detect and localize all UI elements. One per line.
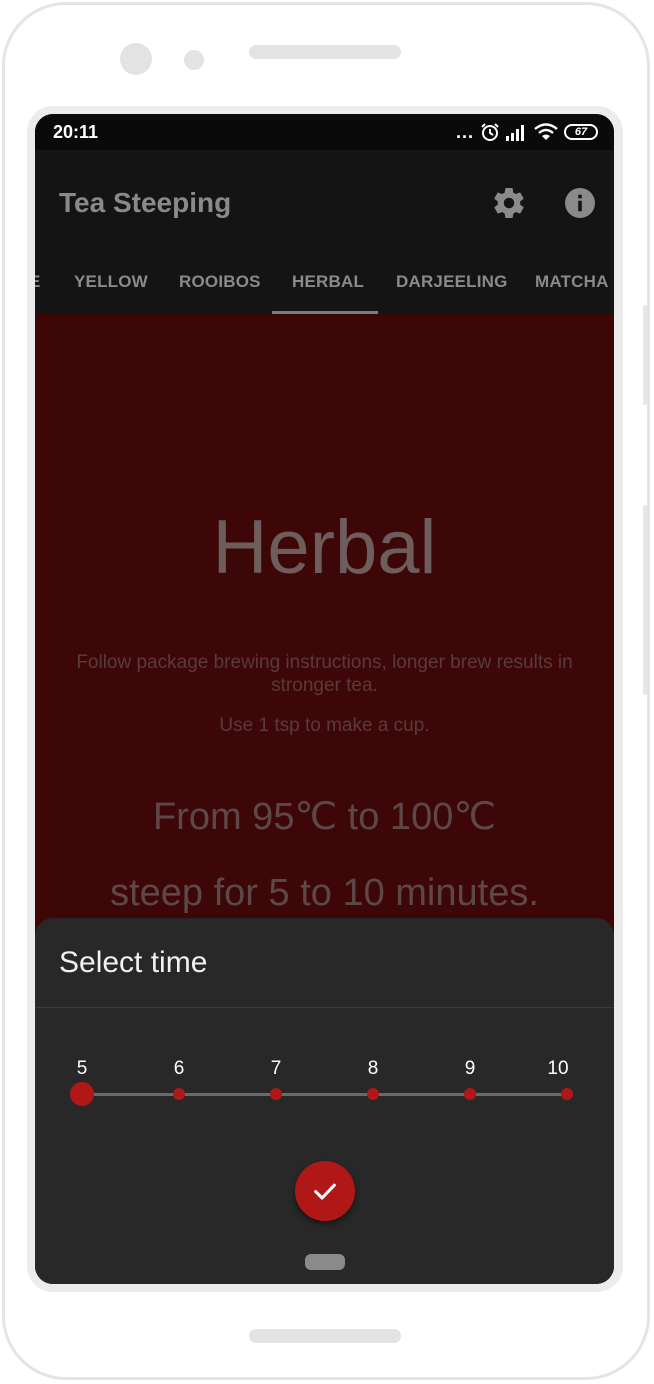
tea-name: Herbal: [212, 505, 437, 590]
tab-yellow[interactable]: YELLOW: [74, 272, 148, 292]
tick-label-10: 10: [547, 1058, 569, 1079]
volume-button: [643, 305, 647, 405]
slider-track[interactable]: [82, 1093, 568, 1096]
more-notifications-icon: ...: [455, 121, 474, 142]
status-bar: 20:11 ... 67: [35, 114, 614, 150]
battery-icon: 67: [564, 124, 598, 140]
tab-partial[interactable]: E: [35, 272, 41, 292]
earpiece-speaker: [249, 45, 401, 59]
settings-button[interactable]: [491, 185, 527, 221]
wifi-icon: [534, 123, 558, 140]
sheet-divider: [35, 1007, 614, 1008]
slider-tick-7: [270, 1088, 282, 1100]
info-button[interactable]: [562, 185, 598, 221]
slider-tick-9: [464, 1088, 476, 1100]
confirm-time-button[interactable]: [295, 1161, 355, 1221]
tick-label-5: 5: [76, 1058, 88, 1079]
tea-description: Follow package brewing instructions, lon…: [76, 652, 573, 696]
proximity-sensor: [184, 50, 204, 70]
front-camera: [120, 43, 152, 75]
status-icons: ... 67: [456, 120, 598, 144]
select-time-sheet: Select time 5 6 7 8 9 10: [35, 918, 614, 1284]
slider-tick-8: [367, 1088, 379, 1100]
signal-icon: [506, 125, 524, 141]
tick-label-7: 7: [270, 1058, 282, 1079]
tick-label-6: 6: [173, 1058, 185, 1079]
tab-herbal[interactable]: HERBAL: [292, 272, 364, 292]
home-bar: [249, 1329, 401, 1343]
tick-label-8: 8: [367, 1058, 379, 1079]
sheet-title: Select time: [59, 946, 208, 979]
power-button: [643, 505, 647, 695]
sheet-drag-handle[interactable]: [305, 1254, 345, 1270]
app-title: Tea Steeping: [59, 187, 232, 218]
tab-rooibos[interactable]: ROOIBOS: [179, 272, 261, 292]
slider-tick-6: [173, 1088, 185, 1100]
info-icon: [565, 188, 595, 218]
screen: 20:11 ... 67 Tea Steeping YELLOW ROOIBOS…: [35, 114, 614, 1284]
tick-label-9: 9: [464, 1058, 476, 1079]
app-bar: Tea Steeping: [35, 150, 614, 258]
tab-matcha[interactable]: MATCHA: [535, 272, 609, 292]
slider-thumb[interactable]: [70, 1082, 94, 1106]
tea-temperature: From 95℃ to 100℃: [152, 796, 497, 838]
status-time: 20:11: [53, 122, 99, 142]
time-slider[interactable]: 5 6 7 8 9 10: [35, 1048, 614, 1118]
alarm-icon: [481, 123, 499, 141]
slider-tick-10: [561, 1088, 573, 1100]
tea-steep-time: steep for 5 to 10 minutes.: [110, 872, 539, 914]
tab-darjeeling[interactable]: DARJEELING: [396, 272, 508, 292]
tea-tabs: E YELLOW ROOIBOS HERBAL DARJEELING MATCH…: [35, 258, 614, 314]
check-icon: [314, 1183, 336, 1200]
gear-icon: [494, 188, 524, 219]
tea-amount: Use 1 tsp to make a cup.: [219, 715, 430, 736]
battery-level: 67: [574, 126, 588, 138]
